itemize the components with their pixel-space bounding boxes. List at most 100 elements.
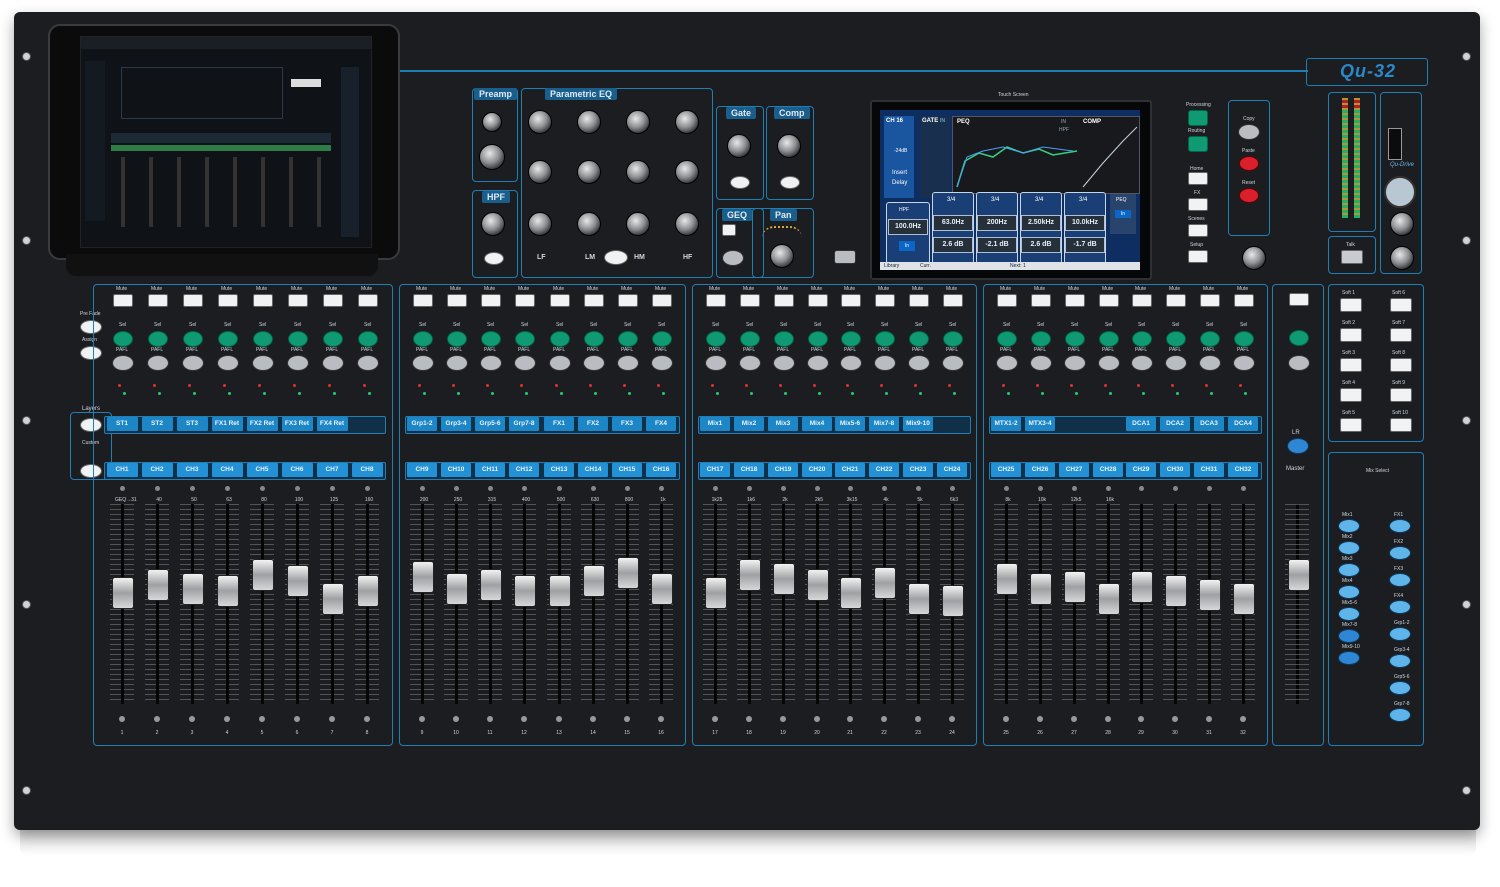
talk-button[interactable] <box>1341 250 1363 264</box>
mix-select-button[interactable] <box>1389 573 1411 587</box>
master-fader[interactable] <box>1288 559 1310 591</box>
scenes-button[interactable] <box>1188 224 1208 237</box>
sel-button[interactable] <box>875 331 895 347</box>
pafl-button[interactable] <box>182 355 204 371</box>
mute-button[interactable] <box>550 294 570 307</box>
sel-button[interactable] <box>515 331 535 347</box>
touch-screen[interactable]: CH 16 -24dB Insert Delay GATE IN PEQ IN … <box>880 110 1140 270</box>
sel-button[interactable] <box>253 331 273 347</box>
pafl-button[interactable] <box>840 355 862 371</box>
sel-button[interactable] <box>1065 331 1085 347</box>
channel-fader[interactable] <box>807 569 829 601</box>
channel-fader[interactable] <box>322 583 344 615</box>
mute-button[interactable] <box>1200 294 1220 307</box>
sel-button[interactable] <box>1234 331 1254 347</box>
softkey-button[interactable] <box>1340 328 1362 342</box>
phones-level-knob[interactable] <box>1390 212 1414 236</box>
softkey-button[interactable] <box>1390 418 1412 432</box>
mute-button[interactable] <box>253 294 273 307</box>
sel-button[interactable] <box>288 331 308 347</box>
hpf-in-button[interactable] <box>484 252 504 265</box>
fn-button[interactable] <box>834 250 856 264</box>
ts-library[interactable]: Library <box>884 263 899 269</box>
sel-button[interactable] <box>652 331 672 347</box>
softkey-button[interactable] <box>1340 388 1362 402</box>
pafl-button[interactable] <box>908 355 930 371</box>
channel-fader[interactable] <box>112 577 134 609</box>
comp-thresh-knob[interactable] <box>777 134 801 158</box>
peq-in-button[interactable]: In <box>1115 210 1131 218</box>
mute-button[interactable] <box>909 294 929 307</box>
channel-fader[interactable] <box>583 565 605 597</box>
mix-select-button[interactable] <box>1338 585 1360 599</box>
eq-lf-width-knob[interactable] <box>528 110 552 134</box>
mute-button[interactable] <box>774 294 794 307</box>
softkey-button[interactable] <box>1390 298 1412 312</box>
sel-button[interactable] <box>1031 331 1051 347</box>
mute-button[interactable] <box>997 294 1017 307</box>
mute-button[interactable] <box>447 294 467 307</box>
pafl-button[interactable] <box>739 355 761 371</box>
sel-button[interactable] <box>550 331 570 347</box>
softkey-button[interactable] <box>1340 418 1362 432</box>
eq-hm-gain-knob[interactable] <box>626 212 650 236</box>
pafl-button[interactable] <box>583 355 605 371</box>
pafl-button[interactable] <box>1098 355 1120 371</box>
sel-button[interactable] <box>1166 331 1186 347</box>
sel-button[interactable] <box>323 331 343 347</box>
peq-tile[interactable]: PEQ In <box>1110 194 1136 234</box>
mix-select-button[interactable] <box>1389 627 1411 641</box>
pafl-button[interactable] <box>705 355 727 371</box>
gate-thresh-knob[interactable] <box>727 134 751 158</box>
mix-select-button[interactable] <box>1389 546 1411 560</box>
paste-button[interactable] <box>1239 156 1259 171</box>
pafl-button[interactable] <box>1064 355 1086 371</box>
mute-button[interactable] <box>652 294 672 307</box>
pafl-button[interactable] <box>514 355 536 371</box>
fx-button[interactable] <box>1188 198 1208 211</box>
sel-button[interactable] <box>841 331 861 347</box>
pafl-button[interactable] <box>1233 355 1255 371</box>
channel-fader[interactable] <box>1165 575 1187 607</box>
mute-button[interactable] <box>1166 294 1186 307</box>
channel-fader[interactable] <box>739 559 761 591</box>
pafl-button[interactable] <box>147 355 169 371</box>
sel-button[interactable] <box>1200 331 1220 347</box>
mute-button[interactable] <box>841 294 861 307</box>
ipad-screen[interactable] <box>80 36 372 248</box>
sel-button[interactable] <box>740 331 760 347</box>
eq-hf-freq-knob[interactable] <box>675 160 699 184</box>
channel-fader[interactable] <box>549 575 571 607</box>
band-3-tile[interactable]: 3/4 2.50kHz 2.6 dB <box>1020 192 1062 264</box>
channel-fader[interactable] <box>182 573 204 605</box>
channel-fader[interactable] <box>1199 579 1221 611</box>
channel-fader[interactable] <box>252 559 274 591</box>
channel-fader[interactable] <box>357 575 379 607</box>
mute-button[interactable] <box>706 294 726 307</box>
pafl-button[interactable] <box>1165 355 1187 371</box>
mute-button[interactable] <box>1031 294 1051 307</box>
peq-graph[interactable]: PEQ IN HPF COMP <box>952 116 1140 194</box>
channel-fader[interactable] <box>1131 571 1153 603</box>
eq-hm-width-knob[interactable] <box>626 110 650 134</box>
pafl-button[interactable] <box>217 355 239 371</box>
mute-button[interactable] <box>1099 294 1119 307</box>
pafl-button[interactable] <box>874 355 896 371</box>
sel-button[interactable] <box>909 331 929 347</box>
channel-fader[interactable] <box>996 563 1018 595</box>
mute-button[interactable] <box>413 294 433 307</box>
channel-fader[interactable] <box>773 563 795 595</box>
routing-button[interactable] <box>1188 136 1208 152</box>
sel-button[interactable] <box>943 331 963 347</box>
mute-button[interactable] <box>183 294 203 307</box>
pafl-button[interactable] <box>773 355 795 371</box>
sel-button[interactable] <box>774 331 794 347</box>
channel-fader[interactable] <box>1064 571 1086 603</box>
softkey-button[interactable] <box>1390 328 1412 342</box>
eq-hf-gain-knob[interactable] <box>675 212 699 236</box>
setup-button[interactable] <box>1188 250 1208 263</box>
mix-select-button[interactable] <box>1389 708 1411 722</box>
mute-button[interactable] <box>218 294 238 307</box>
eq-lm-width-knob[interactable] <box>577 110 601 134</box>
sel-button[interactable] <box>183 331 203 347</box>
